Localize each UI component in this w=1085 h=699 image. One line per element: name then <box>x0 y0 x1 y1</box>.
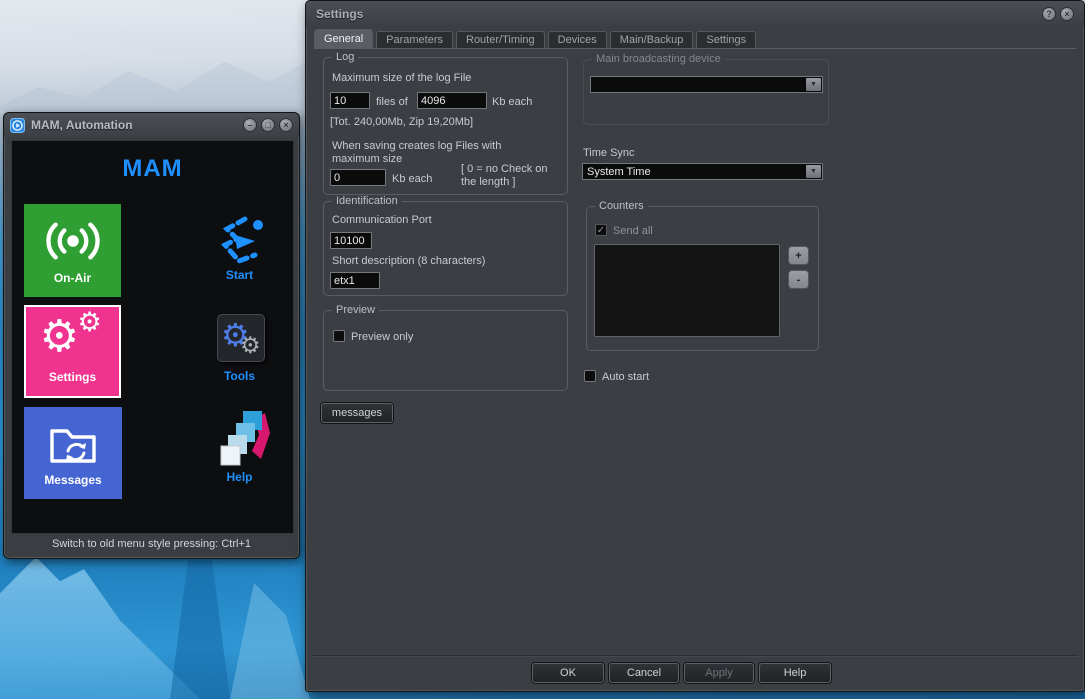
cancel-button[interactable]: Cancel <box>609 663 679 683</box>
broadcast-device-select[interactable]: ▼ <box>590 76 823 93</box>
tab-devices[interactable]: Devices <box>547 31 607 48</box>
help-icon[interactable] <box>219 409 271 467</box>
tile-messages[interactable]: Messages <box>24 407 122 499</box>
preview-only-checkbox[interactable] <box>333 330 345 342</box>
apply-button[interactable]: Apply <box>684 663 754 683</box>
mam-app-icon <box>10 117 25 133</box>
mam-status-text: Switch to old menu style pressing: Ctrl+… <box>51 538 251 550</box>
minimize-icon[interactable]: – <box>243 118 257 132</box>
tile-messages-label: Messages <box>44 473 102 487</box>
close-icon[interactable]: × <box>1060 7 1074 21</box>
tile-help-label[interactable]: Help <box>182 470 297 484</box>
start-icon[interactable] <box>215 213 267 267</box>
mam-titlebar[interactable]: MAM, Automation – □ × <box>4 113 299 137</box>
log-group-title: Log <box>332 51 359 63</box>
tab-general[interactable]: General <box>314 29 374 48</box>
folder-sync-icon <box>44 419 102 469</box>
files-of-label: files of <box>376 96 408 108</box>
zero-note-label-1: [ 0 = no Check on <box>461 163 548 175</box>
remove-counter-button[interactable]: - <box>788 270 809 289</box>
gears-icon: ⚙ ⚙ <box>39 307 102 362</box>
identification-group: Identification Communication Port Short … <box>323 195 568 296</box>
preview-only-label: Preview only <box>351 331 414 343</box>
ok-button[interactable]: OK <box>532 663 604 683</box>
auto-start-label: Auto start <box>602 371 650 383</box>
counters-group: Counters ✓ Send all + - <box>586 200 819 351</box>
log-group: Log Maximum size of the log File files o… <box>323 51 568 195</box>
short-description-input[interactable] <box>330 272 380 289</box>
background-ice-ridge-2 <box>230 582 310 699</box>
auto-start-checkbox[interactable] <box>584 370 596 382</box>
tab-bar: General Parameters Router/Timing Devices… <box>314 29 1076 49</box>
tile-settings[interactable]: ⚙ ⚙ Settings <box>24 305 121 398</box>
mam-window: MAM, Automation – □ × MAM On-Air ⚙ ⚙ Set… <box>3 112 300 559</box>
counters-group-title: Counters <box>595 200 648 212</box>
tab-panel-general: Log Maximum size of the log File files o… <box>306 49 1084 655</box>
tab-main-backup[interactable]: Main/Backup <box>609 31 694 48</box>
tile-on-air[interactable]: On-Air <box>24 204 121 297</box>
tab-router-timing[interactable]: Router/Timing <box>456 31 545 48</box>
zero-note-label-2: the length ] <box>461 176 516 188</box>
time-sync-label: Time Sync <box>583 147 635 159</box>
tab-parameters[interactable]: Parameters <box>376 31 453 48</box>
time-sync-select[interactable]: System Time ▼ <box>582 163 823 180</box>
footer-divider <box>312 655 1078 656</box>
desktop: MAM, Automation – □ × MAM On-Air ⚙ ⚙ Set… <box>0 0 1085 699</box>
short-description-label: Short description (8 characters) <box>332 255 486 267</box>
communication-port-label: Communication Port <box>332 214 432 226</box>
tile-on-air-label: On-Air <box>53 271 92 285</box>
mam-window-title: MAM, Automation <box>31 118 133 132</box>
log-files-count-input[interactable] <box>330 92 370 109</box>
tile-settings-label: Settings <box>48 370 97 384</box>
send-all-checkbox[interactable]: ✓ <box>595 224 607 236</box>
identification-group-title: Identification <box>332 195 402 207</box>
send-all-label: Send all <box>613 225 653 237</box>
kb-each-label-2: Kb each <box>392 173 433 185</box>
preview-group-title: Preview <box>332 304 380 316</box>
preview-group: Preview Preview only <box>323 304 568 391</box>
main-broadcasting-device-title: Main broadcasting device <box>592 53 725 65</box>
kb-each-label: Kb each <box>492 96 533 108</box>
settings-titlebar[interactable]: Settings ? × <box>306 1 1084 27</box>
help-button[interactable]: Help <box>759 663 831 683</box>
close-icon[interactable]: × <box>279 118 293 132</box>
background-ice-crevasse <box>170 560 230 699</box>
counters-listbox[interactable] <box>594 244 780 337</box>
mam-menu-panel: MAM On-Air ⚙ ⚙ Settings Messages Start ⚙… <box>11 140 294 534</box>
chevron-down-icon[interactable]: ▼ <box>806 165 821 178</box>
time-sync-value: System Time <box>587 165 651 178</box>
max-log-kb-input[interactable] <box>330 169 386 186</box>
log-total-label: [Tot. 240,00Mb, Zip 19,20Mb] <box>330 116 474 128</box>
settings-window-title: Settings <box>316 7 364 21</box>
tile-start-label[interactable]: Start <box>182 268 297 282</box>
mam-logo: MAM <box>122 155 183 182</box>
add-counter-button[interactable]: + <box>788 246 809 265</box>
help-titlebar-icon[interactable]: ? <box>1042 7 1056 21</box>
settings-window: Settings ? × General Parameters Router/T… <box>305 0 1085 692</box>
communication-port-input[interactable] <box>330 232 372 249</box>
main-broadcasting-device-group: Main broadcasting device ▼ <box>583 53 829 125</box>
tools-icon[interactable]: ⚙ ⚙ <box>217 314 265 362</box>
messages-button[interactable]: messages <box>321 403 393 423</box>
maximize-icon[interactable]: □ <box>261 118 275 132</box>
broadcast-icon <box>44 216 102 266</box>
when-saving-label-1: When saving creates log Files with <box>332 140 502 152</box>
tab-settings[interactable]: Settings <box>696 31 757 48</box>
log-kb-size-input[interactable] <box>417 92 487 109</box>
when-saving-label-2: maximum size <box>332 153 403 165</box>
max-log-size-label: Maximum size of the log File <box>332 72 472 84</box>
chevron-down-icon[interactable]: ▼ <box>806 78 821 91</box>
background-ice-ridge <box>0 557 200 699</box>
tile-tools-label[interactable]: Tools <box>182 369 297 383</box>
